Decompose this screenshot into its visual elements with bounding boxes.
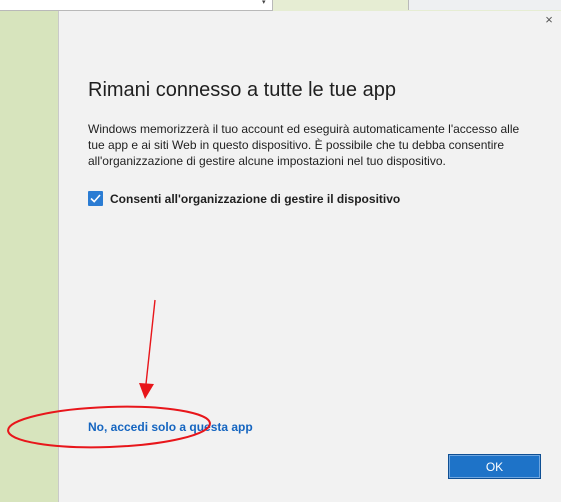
close-icon[interactable]: × <box>542 13 556 27</box>
stay-signed-in-dialog: × Rimani connesso a tutte le tue app Win… <box>58 11 561 502</box>
sign-in-this-app-only-link[interactable]: No, accedi solo a questa app <box>88 420 253 434</box>
background-app-strip: ▾ <box>0 0 561 11</box>
allow-org-manage-checkbox-row[interactable]: Consenti all'organizzazione di gestire i… <box>88 191 400 206</box>
allow-org-manage-checkbox[interactable] <box>88 191 103 206</box>
background-cell <box>409 0 561 10</box>
dialog-description: Windows memorizzerà il tuo account ed es… <box>88 122 520 168</box>
ok-button[interactable]: OK <box>448 454 541 479</box>
checkbox-label: Consenti all'organizzazione di gestire i… <box>110 191 401 206</box>
checkmark-icon <box>90 194 101 203</box>
chevron-down-icon: ▾ <box>262 0 266 6</box>
background-cell <box>274 0 409 10</box>
dialog-title: Rimani connesso a tutte le tue app <box>88 79 396 101</box>
background-input-field <box>0 0 273 11</box>
